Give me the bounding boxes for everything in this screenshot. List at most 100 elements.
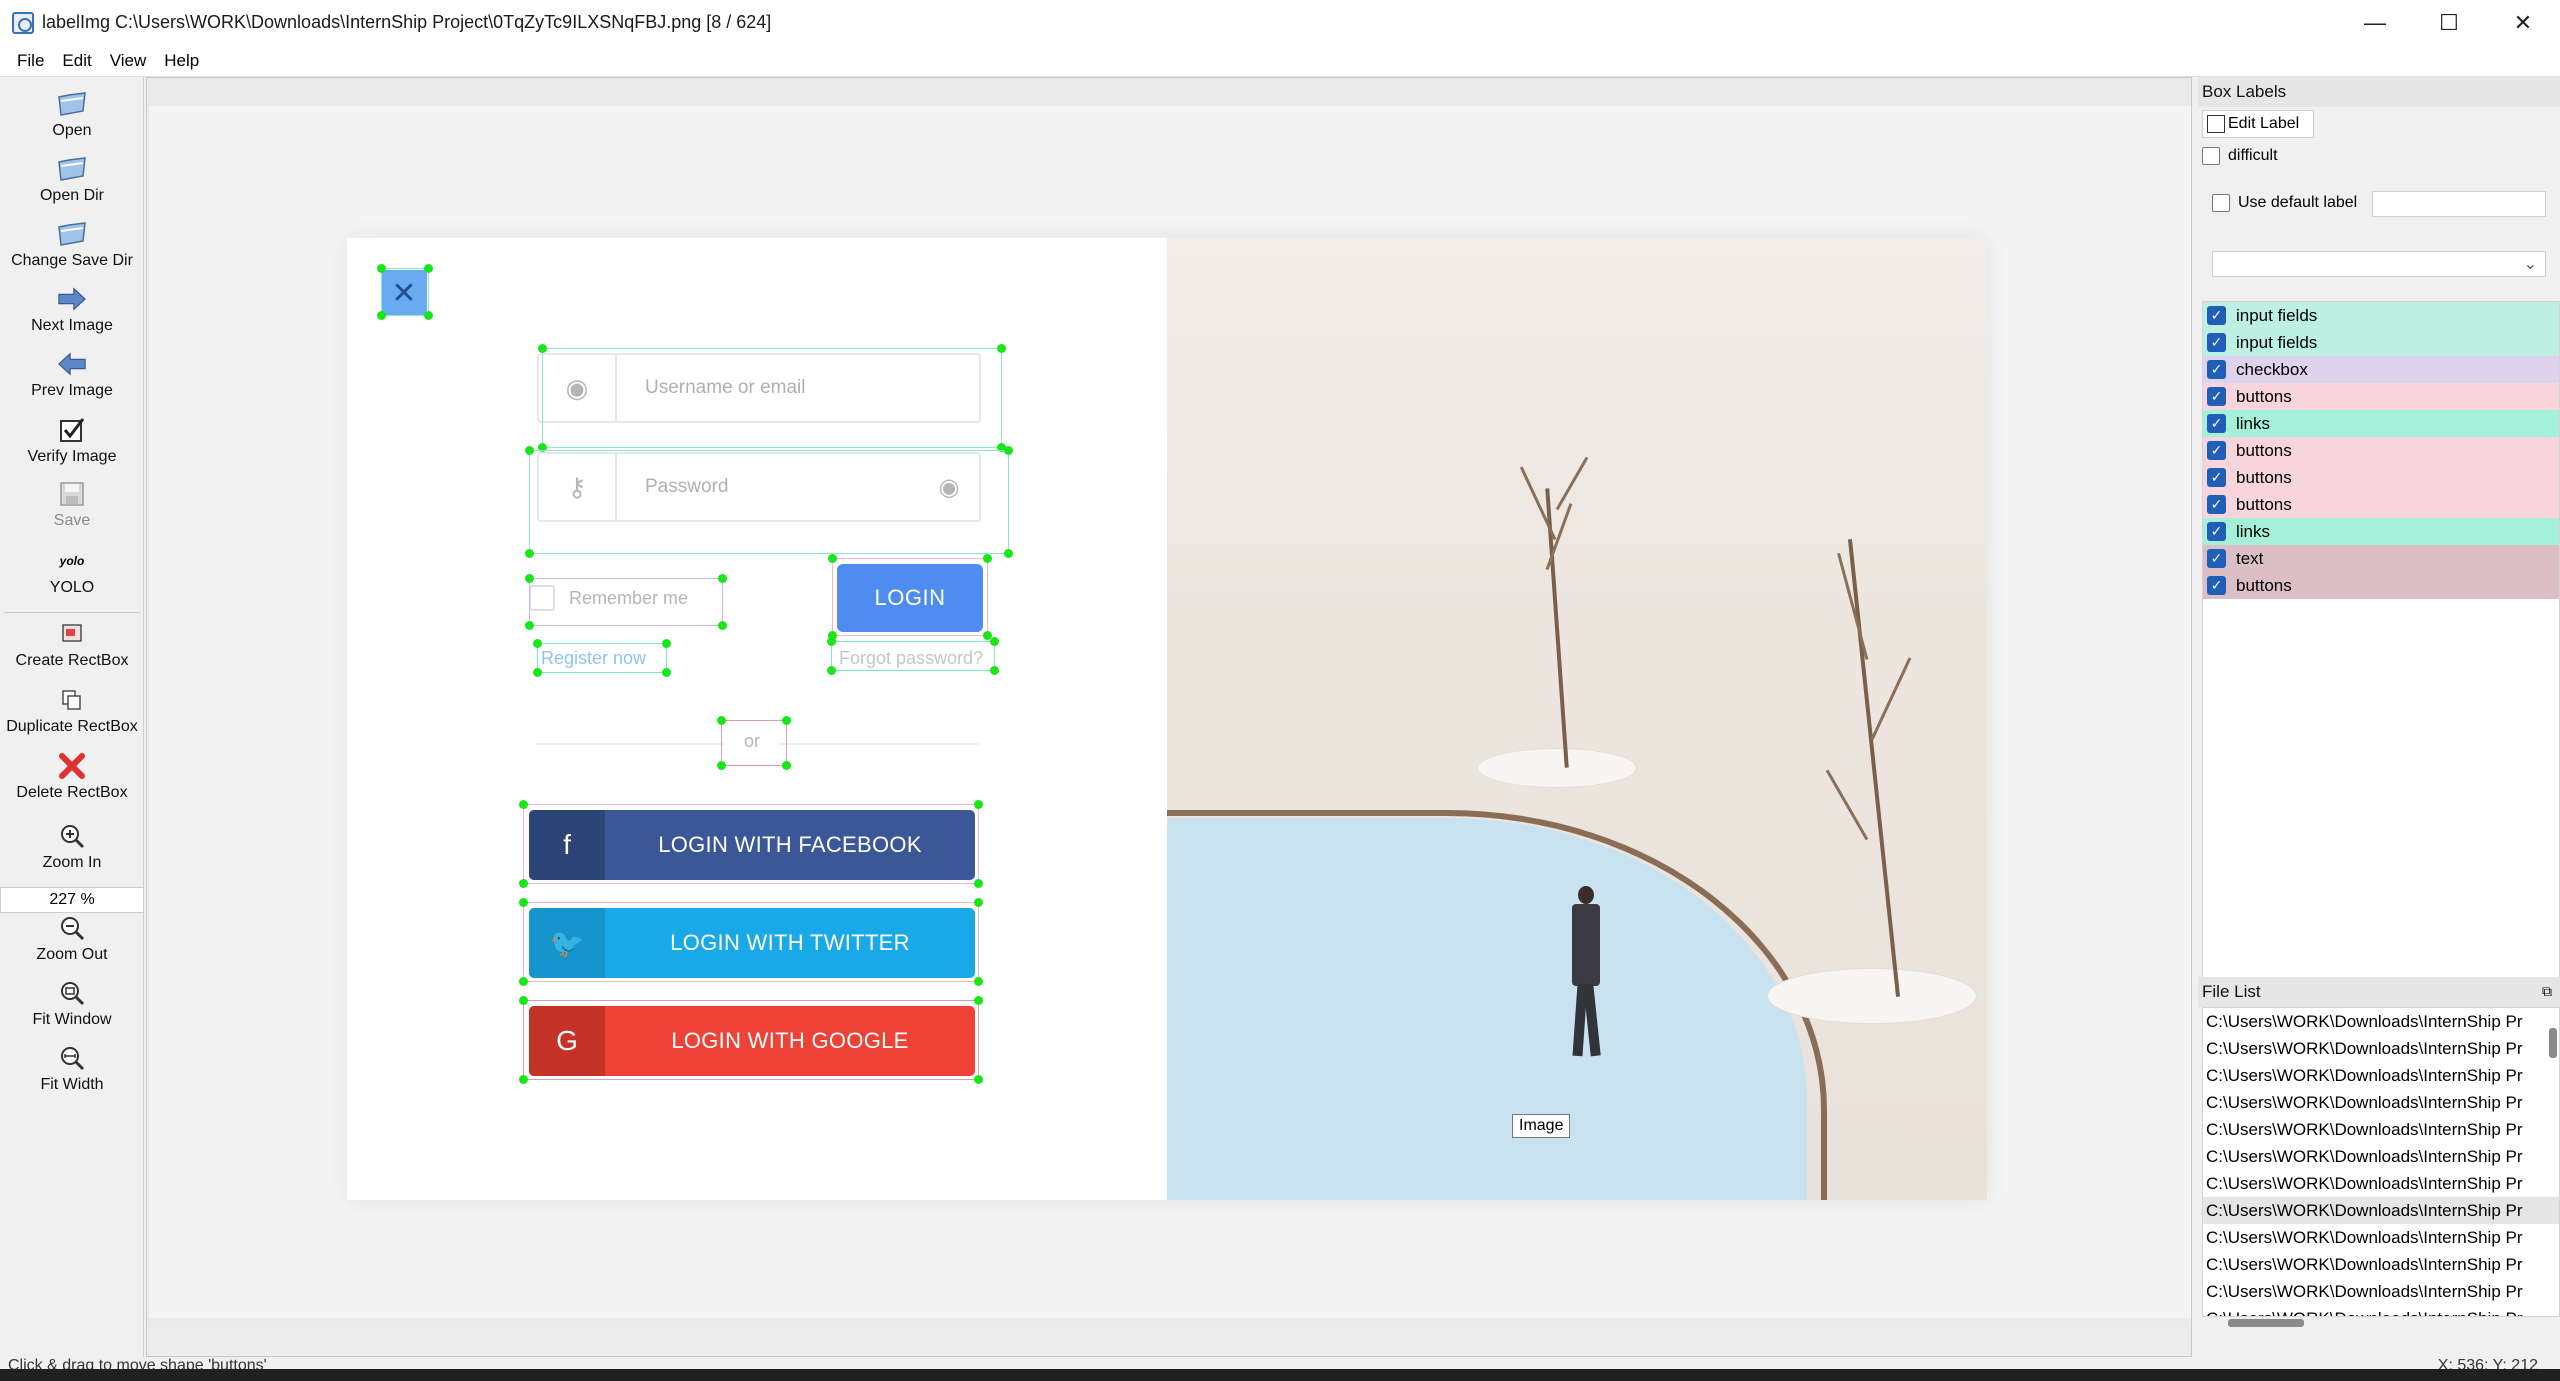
label-item[interactable]: ✓ links [2203,518,2559,545]
check-icon[interactable]: ✓ [2207,522,2226,541]
delete-rectbox-button[interactable]: Delete RectBox [0,751,144,802]
fit-window-label: Fit Window [32,1011,112,1028]
file-list-item[interactable]: C:\Users\WORK\Downloads\InternShip Pr [2203,1089,2559,1116]
title-bar: labelImg C:\Users\WORK\Downloads\InternS… [0,0,2560,45]
check-icon[interactable]: ✓ [2207,414,2226,433]
label-item[interactable]: ✓ links [2203,410,2559,437]
file-list-item[interactable]: C:\Users\WORK\Downloads\InternShip Pr [2203,1143,2559,1170]
fit-window-button[interactable]: Fit Window [0,978,144,1029]
tree-branch [1555,456,1589,511]
annotation-box-input-fields[interactable] [525,446,1013,558]
maximize-button[interactable]: ☐ [2412,0,2486,45]
undock-icon[interactable]: ⧉ [2542,983,2552,1000]
difficult-checkbox[interactable]: difficult [2202,147,2278,165]
file-list-item[interactable]: C:\Users\WORK\Downloads\InternShip Pr [2203,1224,2559,1251]
label-item[interactable]: ✓ checkbox [2203,356,2559,383]
close-button[interactable]: ✕ [2486,0,2560,45]
check-icon[interactable]: ✓ [2207,360,2226,379]
annotation-box-text[interactable] [717,716,791,770]
annotation-box-links[interactable] [533,639,671,677]
delete-x-icon [57,751,87,781]
check-icon[interactable]: ✓ [2207,549,2226,568]
file-list-item[interactable]: C:\Users\WORK\Downloads\InternShip Pr [2203,1251,2559,1278]
annotation-box-buttons[interactable] [519,800,983,888]
label-text: buttons [2236,494,2292,514]
annotation-box-checkbox[interactable] [525,574,727,630]
check-icon[interactable]: ✓ [2207,333,2226,352]
file-list-horizontal-scrollbar[interactable] [2228,1319,2304,1327]
zoom-in-button[interactable]: Zoom In [0,821,144,872]
default-label-input[interactable] [2372,191,2546,217]
use-default-label-checkbox[interactable]: Use default label [2212,194,2357,212]
file-list[interactable]: C:\Users\WORK\Downloads\InternShip Pr C:… [2202,1007,2560,1317]
check-icon[interactable]: ✓ [2207,387,2226,406]
label-item[interactable]: ✓ input fields [2203,329,2559,356]
file-list-item[interactable]: C:\Users\WORK\Downloads\InternShip Pr [2203,1116,2559,1143]
edit-icon [2207,115,2225,133]
minimize-button[interactable]: — [2338,0,2412,45]
menu-edit[interactable]: Edit [53,51,100,71]
label-item[interactable]: ✓ buttons [2203,464,2559,491]
prev-image-button[interactable]: Prev Image [0,349,144,400]
zoom-value[interactable]: 227 % [0,887,144,913]
verify-image-button[interactable]: Verify Image [0,415,144,466]
save-button[interactable]: Save [0,479,144,530]
menu-file[interactable]: File [8,51,53,71]
file-list-item-selected[interactable]: C:\Users\WORK\Downloads\InternShip Pr [2203,1197,2559,1224]
edit-label-text: Edit Label [2228,115,2300,132]
label-item[interactable]: ✓ buttons [2203,383,2559,410]
zoom-out-button[interactable]: Zoom Out [0,913,144,964]
menu-view[interactable]: View [101,51,156,71]
label-item[interactable]: ✓ buttons [2203,491,2559,518]
check-icon[interactable]: ✓ [2207,468,2226,487]
file-list-item[interactable]: C:\Users\WORK\Downloads\InternShip Pr [2203,1008,2559,1035]
annotation-box[interactable] [377,264,433,320]
file-list-item[interactable]: C:\Users\WORK\Downloads\InternShip Pr [2203,1170,2559,1197]
check-icon[interactable]: ✓ [2207,495,2226,514]
change-save-dir-button[interactable]: Change Save Dir [0,219,144,270]
arrow-right-icon [57,284,87,314]
annotation-box-buttons[interactable] [519,898,983,986]
check-icon[interactable]: ✓ [2207,576,2226,595]
create-rectbox-button[interactable]: Create RectBox [0,619,144,670]
yolo-button[interactable]: yolo YOLO [0,553,144,597]
toolbar-divider [4,612,140,613]
annotation-box-buttons[interactable] [519,996,983,1084]
file-list-item[interactable]: C:\Users\WORK\Downloads\InternShip Pr [2203,1305,2559,1316]
use-default-label-box[interactable] [2212,194,2230,212]
zoom-out-icon [57,913,87,943]
label-item[interactable]: ✓ text [2203,545,2559,572]
box-labels-dock: Box Labels Edit Label difficult Use defa… [2198,77,2560,981]
taskbar-strip [0,1369,2560,1381]
check-icon[interactable]: ✓ [2207,306,2226,325]
file-list-item[interactable]: C:\Users\WORK\Downloads\InternShip Pr [2203,1035,2559,1062]
canvas-viewport[interactable]: ✕ ◉ Username or email ⚷ Password ◉ Remem… [149,106,2191,1318]
difficult-checkbox-box[interactable] [2202,147,2220,165]
image-canvas[interactable]: ✕ ◉ Username or email ⚷ Password ◉ Remem… [146,77,2192,1357]
annotated-image[interactable]: ✕ ◉ Username or email ⚷ Password ◉ Remem… [347,238,1987,1200]
file-list-vertical-scrollbar[interactable] [2549,1028,2557,1058]
label-list[interactable]: ✓ input fields ✓ input fields ✓ checkbox ✓ b… [2202,301,2560,981]
label-item[interactable]: ✓ buttons [2203,572,2559,599]
annotation-box-links[interactable] [827,637,999,675]
label-combo[interactable]: ⌄ [2212,251,2546,277]
open-button[interactable]: Open [0,89,144,140]
duplicate-rectbox-button[interactable]: Duplicate RectBox [0,685,144,736]
annotation-box-buttons[interactable] [828,554,992,640]
annotation-box-input-fields[interactable] [538,344,1006,452]
menu-bar: File Edit View Help [0,45,2560,77]
canvas-horizontal-scrollbar[interactable] [147,1328,2191,1356]
label-text: buttons [2236,386,2292,406]
open-dir-button[interactable]: Open Dir [0,154,144,205]
file-list-item[interactable]: C:\Users\WORK\Downloads\InternShip Pr [2203,1062,2559,1089]
next-image-label: Next Image [31,317,113,334]
fit-width-button[interactable]: Fit Width [0,1043,144,1094]
next-image-button[interactable]: Next Image [0,284,144,335]
edit-label-button[interactable]: Edit Label [2202,110,2314,138]
file-list-item[interactable]: C:\Users\WORK\Downloads\InternShip Pr [2203,1278,2559,1305]
label-item[interactable]: ✓ buttons [2203,437,2559,464]
prev-image-label: Prev Image [31,382,113,399]
check-icon[interactable]: ✓ [2207,441,2226,460]
label-item[interactable]: ✓ input fields [2203,302,2559,329]
menu-help[interactable]: Help [155,51,208,71]
